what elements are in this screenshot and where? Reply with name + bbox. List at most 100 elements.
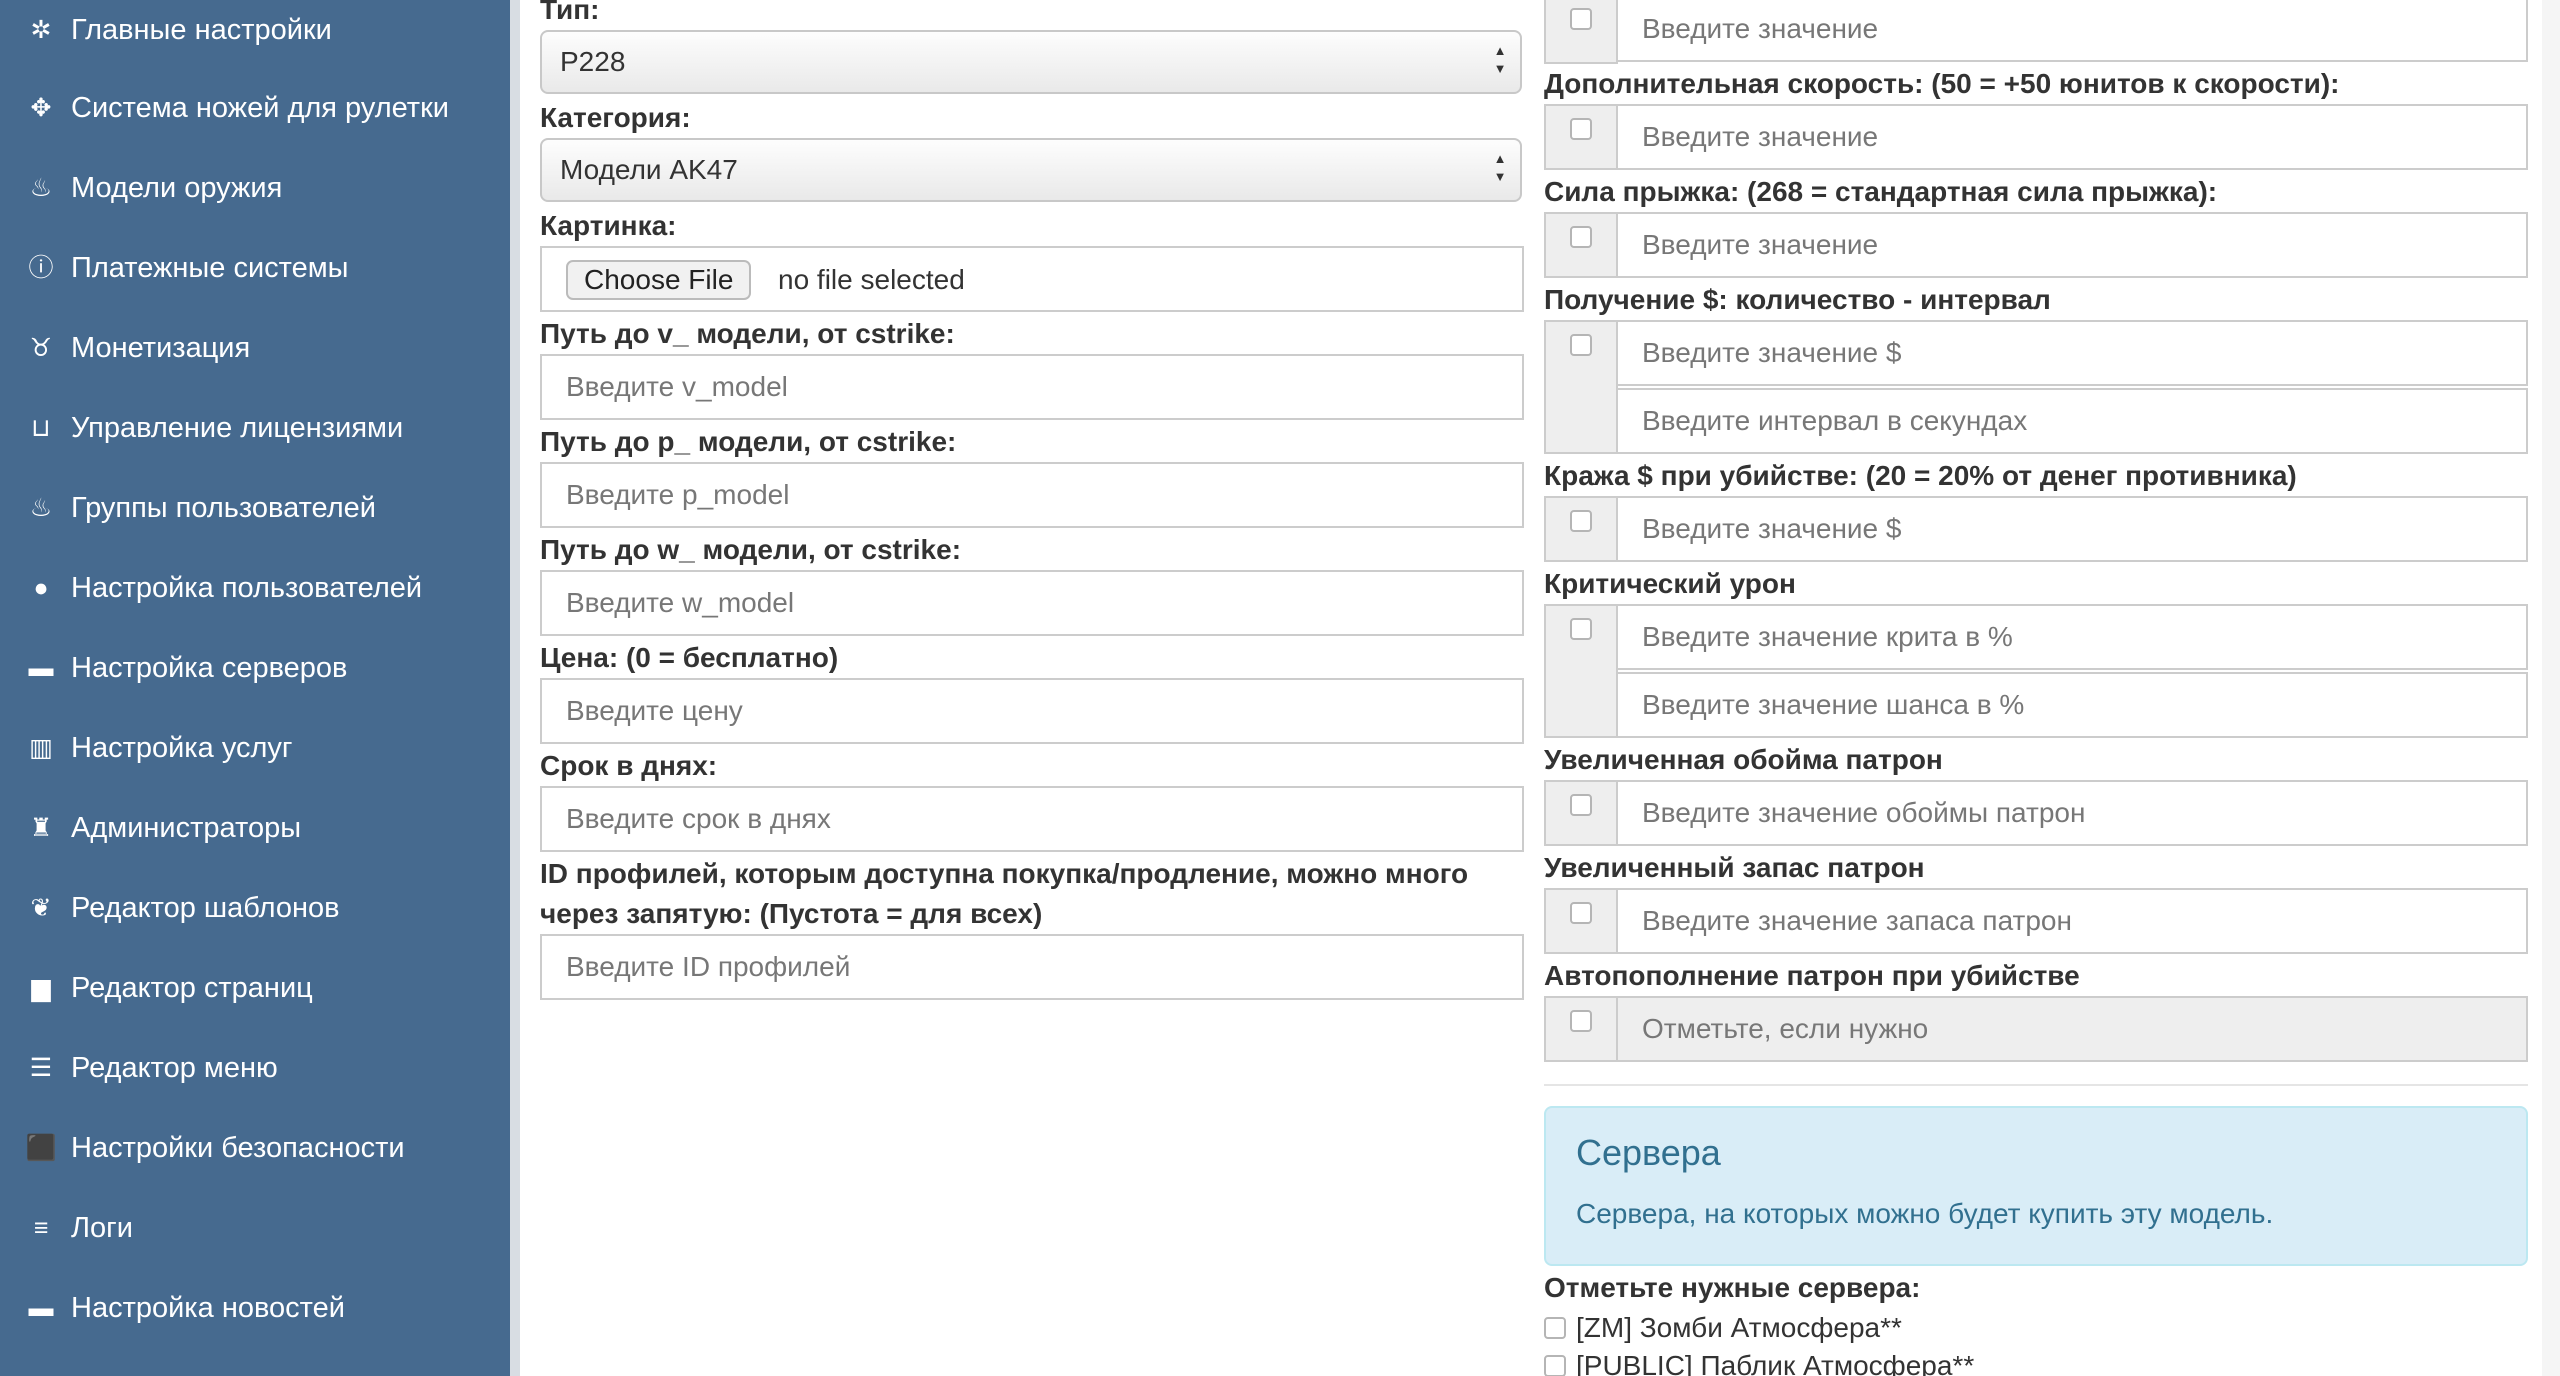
sidebar-item-knife-roulette[interactable]: ✥ Система ножей для рулетки <box>0 78 510 138</box>
sidebar-item-label: Настройка новостей <box>71 1291 345 1324</box>
info-icon: ⓘ <box>28 254 54 282</box>
steal-input[interactable]: Введите значение $ <box>1616 496 2528 562</box>
file-status-text: no file selected <box>778 264 965 295</box>
sidebar-item-label: Управление лицензиями <box>71 411 404 444</box>
category-select-value: Модели AK47 <box>560 154 738 185</box>
servers-info-panel: Сервера Сервера, на которых можно будет … <box>1544 1106 2528 1266</box>
profiles-label: ID профилей, которым доступна покупка/пр… <box>540 858 1469 929</box>
fire-icon: ♨ <box>29 494 53 522</box>
refill-addon <box>1544 996 1618 1062</box>
sidebar-item-weapon-models[interactable]: ♨ Модели оружия <box>0 158 510 218</box>
server-option-label: [ZM] Зомби Атмосфера** <box>1576 1312 1902 1343</box>
page-scrollbar[interactable] <box>2542 0 2560 1376</box>
sidebar-item-service-settings[interactable]: ▥ Настройка услуг <box>0 718 510 778</box>
hdd-icon: ▬ <box>28 654 54 682</box>
sidebar-item-label: Платежные системы <box>71 251 349 284</box>
tower-icon: ♜ <box>29 814 53 842</box>
v-model-label: Путь до v_ модели, от cstrike: <box>540 318 955 349</box>
w-model-input[interactable]: Введите w_model <box>540 570 1524 636</box>
server-checkbox[interactable] <box>1544 1355 1566 1376</box>
servers-description: Сервера, на которых можно будет купить э… <box>1576 1198 2274 1229</box>
term-input[interactable]: Введите срок в днях <box>540 786 1524 852</box>
server-checkbox[interactable] <box>1544 1317 1566 1339</box>
sidebar-item-label: Модели оружия <box>71 171 283 204</box>
sidebar-item-label: Настройка услуг <box>71 731 293 764</box>
sidebar-item-security-settings[interactable]: ⬛ Настройки безопасности <box>0 1118 510 1178</box>
image-label: Картинка: <box>540 210 677 241</box>
server-option-label: [PUBLIC] Паблик Атмосфера** <box>1576 1350 1975 1376</box>
sidebar-item-label: Логи <box>71 1211 133 1244</box>
v-model-input[interactable]: Введите v_model <box>540 354 1524 420</box>
clip-input[interactable]: Введите значение обоймы патрон <box>1616 780 2528 846</box>
fire-icon: ♨ <box>29 174 53 202</box>
sidebar-item-administrators[interactable]: ♜ Администраторы <box>0 798 510 858</box>
p-model-input[interactable]: Введите p_model <box>540 462 1524 528</box>
type-select[interactable]: P228 ▲ ▼ <box>540 30 1522 94</box>
sidebar-item-label: Администраторы <box>71 811 302 844</box>
section-divider <box>1544 1084 2528 1086</box>
price-input[interactable]: Введите цену <box>540 678 1524 744</box>
sidebar-item-label: Группы пользователей <box>71 491 376 524</box>
money-interval-input[interactable]: Введите интервал в секундах <box>1616 388 2528 454</box>
ammo-addon <box>1544 888 1618 954</box>
w-model-label: Путь до w_ модели, от cstrike: <box>540 534 962 565</box>
sidebar-item-label: Редактор страниц <box>71 971 313 1004</box>
clip-checkbox[interactable] <box>1570 794 1592 816</box>
sidebar-item-main-settings[interactable]: ✲ Главные настройки <box>0 0 510 60</box>
profiles-input[interactable]: Введите ID профилей <box>540 934 1524 1000</box>
speed-label: Дополнительная скорость: (50 = +50 юнито… <box>1544 68 2340 99</box>
barcode-icon: ▥ <box>29 734 53 762</box>
steal-checkbox[interactable] <box>1570 510 1592 532</box>
jump-label: Сила прыжка: (268 = стандартная сила пры… <box>1544 176 2218 207</box>
sidebar-item-server-settings[interactable]: ▬ Настройка серверов <box>0 638 510 698</box>
crit-value-input[interactable]: Введите значение крита в % <box>1616 604 2528 670</box>
p-model-label: Путь до p_ модели, от cstrike: <box>540 426 957 457</box>
sidebar-item-logs[interactable]: ≡ Логи <box>0 1198 510 1258</box>
piggy-bank-icon: ♉ <box>29 334 53 362</box>
sidebar-item-label: Редактор меню <box>71 1051 278 1084</box>
sidebar-item-label: Настройка серверов <box>71 651 348 684</box>
sidebar-item-template-editor[interactable]: ❦ Редактор шаблонов <box>0 878 510 938</box>
ammo-label: Увеличенный запас патрон <box>1544 852 1925 883</box>
menu-lines-icon: ≡ <box>33 1214 49 1242</box>
gear-icon: ✲ <box>30 16 52 44</box>
sidebar-divider <box>510 0 520 1376</box>
money-amount-input[interactable]: Введите значение $ <box>1616 320 2528 386</box>
server-option[interactable]: [ZM] Зомби Атмосфера** <box>1544 1310 1902 1346</box>
ammo-checkbox[interactable] <box>1570 902 1592 924</box>
choose-file-button[interactable]: Choose File <box>566 260 752 300</box>
leaf-icon: ❦ <box>30 894 52 922</box>
sidebar-item-label: Редактор шаблонов <box>71 891 340 924</box>
top-addon <box>1544 0 1618 64</box>
crit-chance-input[interactable]: Введите значение шанса в % <box>1616 672 2528 738</box>
jump-input[interactable]: Введите значение <box>1616 212 2528 278</box>
sidebar-item-page-editor[interactable]: ▆ Редактор страниц <box>0 958 510 1018</box>
money-label: Получение $: количество - интервал <box>1544 284 2051 315</box>
sidebar: ✲ Главные настройки ✥ Система ножей для … <box>0 0 510 1376</box>
crit-checkbox[interactable] <box>1570 618 1592 640</box>
speed-addon <box>1544 104 1618 170</box>
category-select[interactable]: Модели AK47 ▲ ▼ <box>540 138 1522 202</box>
money-addon <box>1544 320 1618 454</box>
price-label: Цена: (0 = бесплатно) <box>540 642 839 673</box>
sidebar-item-news-settings[interactable]: ▬ Настройка новостей <box>0 1278 510 1338</box>
sidebar-item-label: Система ножей для рулетки <box>71 91 449 124</box>
sidebar-item-menu-editor[interactable]: ☰ Редактор меню <box>0 1038 510 1098</box>
money-checkbox[interactable] <box>1570 334 1592 356</box>
sidebar-item-licenses[interactable]: ⊔ Управление лицензиями <box>0 398 510 458</box>
top-checkbox[interactable] <box>1570 8 1592 30</box>
ammo-input[interactable]: Введите значение запаса патрон <box>1616 888 2528 954</box>
speed-input[interactable]: Введите значение <box>1616 104 2528 170</box>
jump-checkbox[interactable] <box>1570 226 1592 248</box>
speed-checkbox[interactable] <box>1570 118 1592 140</box>
top-value-input[interactable]: Введите значение <box>1616 0 2528 62</box>
sidebar-item-monetization[interactable]: ♉ Монетизация <box>0 318 510 378</box>
server-option[interactable]: [PUBLIC] Паблик Атмосфера** <box>1544 1348 1974 1376</box>
sidebar-item-user-groups[interactable]: ♨ Группы пользователей <box>0 478 510 538</box>
category-label: Категория: <box>540 102 691 133</box>
sidebar-item-payment-systems[interactable]: ⓘ Платежные системы <box>0 238 510 298</box>
sidebar-item-label: Настройка пользователей <box>71 571 423 604</box>
type-label: Тип: <box>540 0 600 25</box>
refill-checkbox[interactable] <box>1570 1010 1592 1032</box>
sidebar-item-user-settings[interactable]: ● Настройка пользователей <box>0 558 510 618</box>
